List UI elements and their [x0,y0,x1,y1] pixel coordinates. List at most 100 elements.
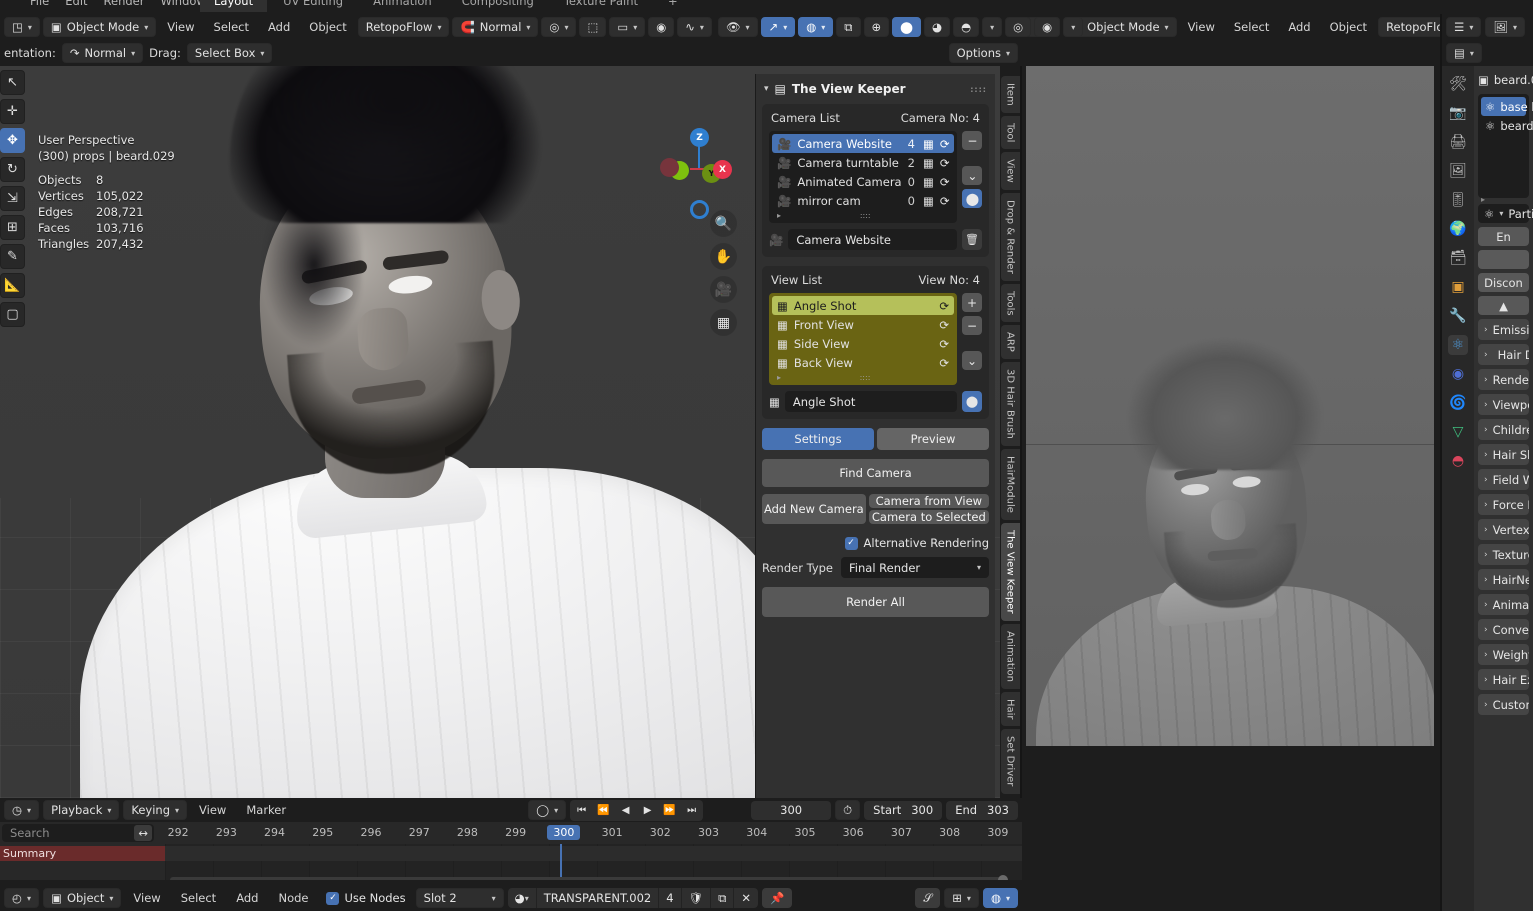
view-keeper-title-row[interactable]: ▾ ▤ The View Keeper :::: [762,78,989,104]
keying-menu[interactable]: Keying ▾ [123,800,188,820]
shading-extra-2[interactable]: ◉ [1034,17,1061,37]
camera-icon[interactable]: 🎥 [710,276,737,303]
current-frame-field[interactable]: 300 [751,800,832,820]
sidebar-tab-3d-hair-brush[interactable]: 3D Hair Brush [1000,362,1020,447]
frame-tick[interactable]: 294 [250,822,298,844]
sidebar-tab-drop-and-render[interactable]: Drop & Render [1000,192,1020,281]
view-list-resize-grip[interactable]: ▸:::: [772,372,954,382]
refresh-icon[interactable]: ⟳ [939,356,949,370]
prev-keyframe-button[interactable]: ⏪ [593,801,614,820]
node-menu-add[interactable]: Add [228,885,266,911]
find-camera-button[interactable]: Find Camera [762,459,989,487]
shading-extra-1[interactable]: ◎ [1005,17,1032,37]
mode-selector[interactable]: ▣ Object Mode ▾ [42,17,157,37]
add-view-button[interactable]: + [962,293,982,312]
filter-toggle-icon[interactable]: ↔ [134,825,152,841]
frame-tick[interactable]: 303 [684,822,732,844]
panel-weight-lab[interactable]: ›Weight La [1478,644,1529,665]
view-layer-icon[interactable]: 🖼 [1448,161,1468,181]
cursor-tool-icon[interactable]: ✛ [0,99,25,124]
workspace-tab-texture-paint[interactable]: Texture Paint [550,0,652,12]
tool-icon[interactable]: 🛠 [1448,74,1468,94]
panel-render[interactable]: ›Render [1478,369,1529,390]
alternative-rendering-checkbox[interactable]: ✓ [844,536,858,550]
drag-dropdown[interactable]: Select Box ▾ [186,43,273,63]
object-icon[interactable]: ▣ [1448,277,1468,297]
workspace-tab-uv-editing[interactable]: UV Editing [269,0,357,12]
refresh-icon[interactable]: ⟳ [940,194,950,208]
frame-tick[interactable]: 298 [443,822,491,844]
frame-tick[interactable]: 296 [347,822,395,844]
panel-grip[interactable]: :::: [970,85,987,94]
retopoflow-menu[interactable]: RetopoFlow ▾ [357,17,450,37]
alternative-rendering-row[interactable]: ✓ Alternative Rendering [762,536,989,550]
material-users-count[interactable]: 4 [659,888,682,908]
panel-emission[interactable]: ›Emission [1478,319,1529,340]
play-button[interactable]: ▶ [637,801,658,820]
view-record-button[interactable]: ⬤ [962,391,982,412]
frame-tick-current[interactable]: 300 [540,822,588,844]
frame-tick[interactable]: 293 [202,822,250,844]
frame-tick[interactable]: 307 [877,822,925,844]
refresh-icon[interactable]: ⟳ [939,299,949,313]
gizmo-axis-z[interactable]: Z [690,128,709,147]
shading-rendered[interactable]: ◓ [953,17,980,37]
curve-falloff-button[interactable]: ∿ ▾ [677,17,712,37]
render-icon[interactable]: 📷 [1448,103,1468,123]
mirror-toggle[interactable]: ▭ ▾ [609,17,646,37]
jump-to-start-button[interactable]: ⏮ [571,801,592,820]
frame-tick[interactable]: 304 [733,822,781,844]
view-list-item[interactable]: ▦ Front View ⟳ [772,315,954,334]
shading-dropdown[interactable]: ▾ [982,17,1003,37]
shading-extra-3[interactable]: ▾ [1063,17,1084,37]
node-menu-view[interactable]: View [125,885,168,911]
viewport-menu-select[interactable]: Select [206,14,257,40]
editor-type-button[interactable]: ◳ ▾ [4,17,40,37]
duplicate-icon[interactable]: ⧉ [711,888,735,908]
render-type-dropdown[interactable]: Final Render ▾ [841,557,989,578]
particle-type-bar[interactable] [1478,250,1529,269]
view-list-item[interactable]: ▦ Side View ⟳ [772,334,954,353]
visibility-button[interactable]: 👁 ▾ [717,17,758,37]
shading-wireframe[interactable]: ⊕ [863,17,890,37]
gizmo-toggle[interactable]: ↗ ▾ [760,17,796,37]
options-button[interactable]: Options ▾ [948,43,1018,63]
viewport-menu-view[interactable]: View [159,14,202,40]
pin-icon[interactable]: 📌 [762,888,793,908]
viewport2-menu-view[interactable]: View [1180,14,1223,40]
tab-preview[interactable]: Preview [877,428,989,450]
properties-options-button[interactable]: ▤ ▾ [1446,43,1482,63]
frame-tick[interactable]: 295 [299,822,347,844]
sidebar-tab-item[interactable]: Item [1000,76,1020,113]
timeline-menu-view[interactable]: View [191,797,234,823]
node-mode-selector[interactable]: ▣ Object ▾ [43,888,122,908]
shading-material[interactable]: ◕ [924,17,951,37]
material-name-field[interactable]: TRANSPARENT.002 [537,888,660,908]
panel-field-weights[interactable]: ›Field Wei [1478,469,1529,490]
node-menu-select[interactable]: Select [173,885,224,911]
fake-user-icon[interactable]: 🛡 [682,888,712,908]
proportional-edit-button[interactable]: ◎ ▾ [541,17,577,37]
refresh-icon[interactable]: ⟳ [940,175,950,189]
refresh-icon[interactable]: ⟳ [939,337,949,351]
viewport-menu-add[interactable]: Add [260,14,298,40]
sidebar-tab-the-view-keeper[interactable]: The View Keeper [1000,522,1020,621]
view-name-input[interactable]: Angle Shot [784,391,957,412]
sidebar-tab-tool[interactable]: Tool [1000,115,1020,150]
physics-icon[interactable]: ◉ [1448,364,1468,384]
frame-tick[interactable]: 302 [636,822,684,844]
use-nodes-row[interactable]: ✓ Use Nodes [320,891,411,905]
frame-tick[interactable]: 305 [781,822,829,844]
slot-selector[interactable]: Slot 2 ▾ [415,888,504,908]
gizmo-axis-z-neg[interactable] [690,200,709,219]
scene-icon[interactable]: 🎚 [1448,190,1468,210]
view-list-item[interactable]: ▦ Back View ⟳ [772,353,954,372]
frame-start-field[interactable]: Start 300 [864,800,943,820]
collapse-button[interactable]: ▲ [1478,296,1529,315]
use-preview-range-button[interactable]: ⏱ [835,800,861,820]
play-reverse-button[interactable]: ◀ [615,801,636,820]
overlays-toggle[interactable]: ◍ ▾ [798,17,834,37]
panel-vertex-groups[interactable]: ›Vertex Gr [1478,519,1529,540]
node-overlay-button[interactable]: ◍ ▾ [982,888,1018,908]
node-editor-type-button[interactable]: ◴ ▾ [4,888,40,908]
